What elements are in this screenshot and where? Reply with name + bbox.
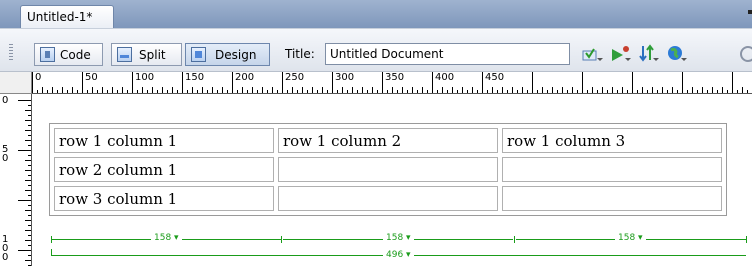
- document-tab[interactable]: Untitled-1*: [20, 5, 114, 29]
- hruler-label: 400: [435, 72, 455, 83]
- hruler-label: 450: [485, 72, 505, 83]
- column-width-menu[interactable]: 158 ▾: [615, 233, 646, 243]
- table-cell[interactable]: row 1 column 2: [278, 128, 498, 153]
- title-label: Title:: [285, 47, 315, 61]
- hruler-label: 150: [185, 72, 205, 83]
- file-management-icon[interactable]: [638, 44, 660, 64]
- document-tab-label: Untitled-1*: [27, 10, 93, 24]
- document-title-input[interactable]: [325, 43, 570, 65]
- split-view-button[interactable]: Split: [111, 43, 182, 66]
- hruler-label: 100: [135, 72, 155, 83]
- width-tick: [281, 236, 282, 243]
- column-1-width: 158: [154, 233, 172, 243]
- hruler-label: 250: [285, 72, 305, 83]
- hruler-label: 350: [385, 72, 405, 83]
- vruler-label: 0: [2, 95, 9, 106]
- table-cell[interactable]: [502, 157, 722, 182]
- table-width-menu[interactable]: 496 ▾: [383, 250, 414, 260]
- design-view-label: Design: [215, 48, 257, 62]
- vertical-ruler: 0 50 100: [0, 94, 32, 266]
- table-cell[interactable]: row 1 column 3: [502, 128, 722, 153]
- tabbar-menu-dot[interactable]: [748, 10, 752, 14]
- content-table[interactable]: row 1 column 1 row 1 column 2 row 1 colu…: [49, 123, 727, 216]
- split-view-icon: [117, 47, 132, 62]
- column-3-width: 158: [618, 233, 636, 243]
- table-cell[interactable]: row 1 column 1: [54, 128, 274, 153]
- code-view-icon: [40, 47, 55, 62]
- live-data-icon[interactable]: [610, 44, 632, 64]
- table-cell[interactable]: [278, 157, 498, 182]
- vruler-label: 50: [2, 144, 9, 164]
- design-view-icon: [191, 47, 206, 62]
- width-tick: [746, 236, 747, 243]
- table-cell[interactable]: [278, 186, 498, 211]
- split-view-label: Split: [139, 48, 166, 62]
- design-canvas[interactable]: row 1 column 1 row 1 column 2 row 1 colu…: [33, 94, 752, 266]
- table-cell[interactable]: [502, 186, 722, 211]
- design-view-button[interactable]: Design: [185, 43, 270, 66]
- document-tab-bar: Untitled-1*: [0, 0, 752, 29]
- table-row: row 3 column 1: [54, 186, 722, 211]
- hruler-label: 0: [35, 72, 42, 83]
- table-row: row 2 column 1: [54, 157, 722, 182]
- code-view-label: Code: [60, 48, 91, 62]
- document-toolbar: Code Split Design Title:: [0, 28, 752, 72]
- ruler-origin-corner[interactable]: [0, 72, 32, 94]
- code-view-button[interactable]: Code: [34, 43, 103, 66]
- column-width-menu[interactable]: 158 ▾: [383, 233, 414, 243]
- width-tick: [514, 236, 515, 243]
- hruler-label: 200: [235, 72, 255, 83]
- table-width-value: 496: [386, 250, 404, 260]
- table-cell[interactable]: row 2 column 1: [54, 157, 274, 182]
- toolbar-grip-handle[interactable]: [9, 44, 13, 62]
- validate-markup-icon[interactable]: [582, 44, 604, 64]
- table-cell[interactable]: row 3 column 1: [54, 186, 274, 211]
- hruler-label: 300: [335, 72, 355, 83]
- refresh-icon[interactable]: [738, 44, 752, 64]
- table-row: row 1 column 1 row 1 column 2 row 1 colu…: [54, 128, 722, 153]
- hruler-label: 50: [85, 72, 98, 83]
- vruler-label: 100: [2, 234, 9, 263]
- column-width-menu[interactable]: 158 ▾: [151, 233, 182, 243]
- horizontal-ruler: 0 50 100 150 200 250 300 350 400 450: [32, 72, 752, 94]
- column-2-width: 158: [386, 233, 404, 243]
- preview-browser-icon[interactable]: [666, 44, 688, 64]
